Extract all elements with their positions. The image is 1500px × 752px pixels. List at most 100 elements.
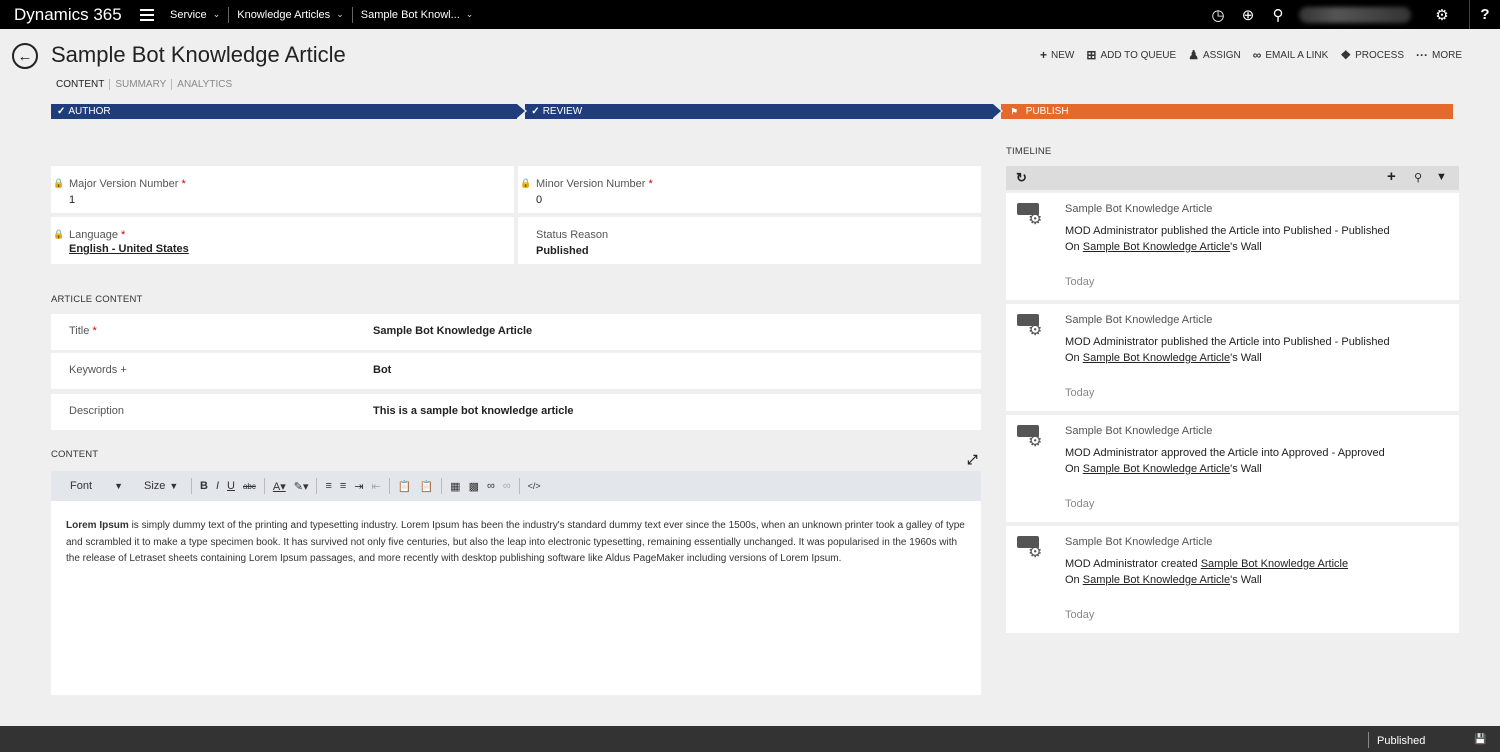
underline-icon[interactable]: U [227,480,235,492]
page-title: Sample Bot Knowledge Article [51,42,346,67]
indent-icon[interactable]: ⇥ [354,480,363,493]
tab-summary[interactable]: SUMMARY [115,79,173,90]
minor-version-field[interactable]: 🔒 Minor Version Number * 0 [518,166,981,213]
post-wall-link[interactable]: Sample Bot Knowledge Article [1083,352,1230,364]
save-icon[interactable]: 💾 [1474,734,1486,745]
more-dots-icon: ··· [1416,48,1428,62]
timeline-post[interactable]: ⚙ Sample Bot Knowledge Article MOD Admin… [1006,304,1459,411]
create-new-plus-icon[interactable]: ⊕ [1233,6,1263,24]
description-field[interactable]: Description This is a sample bot knowled… [51,394,981,430]
size-select[interactable]: Size ▼ [137,477,183,495]
image-icon[interactable]: ▩ [469,480,479,493]
title-field[interactable]: Title * Sample Bot Knowledge Article [51,314,981,350]
expand-icon[interactable]: ⤢ [967,452,977,468]
description-value[interactable]: This is a sample bot knowledge article [373,405,574,417]
process-button[interactable]: ❖ PROCESS [1340,48,1404,62]
status-reason-label: Status Reason [536,229,609,241]
link-icon[interactable]: ∞ [487,480,495,492]
search-icon[interactable]: ⚲ [1263,6,1293,24]
table-icon[interactable]: ▦ [450,480,460,493]
post-date: Today [1065,276,1095,288]
business-process-flow: ✓ AUTHOR ✓ REVIEW ⚑ PUBLISH [51,104,1453,119]
add-icon[interactable]: + [1387,168,1396,185]
editor-toolbar: Font ▼ Size ▼ B I U abc A▾ ✎▾ ≡ ≡ ⇥ ⇤ 📋 📋 … [51,471,981,501]
status-reason-value: Published [536,245,589,257]
post-title: Sample Bot Knowledge Article [1065,314,1213,326]
title-value[interactable]: Sample Bot Knowledge Article [373,325,532,337]
strikethrough-icon[interactable]: abc [243,482,256,491]
back-arrow-icon[interactable]: ← [12,43,38,69]
required-asterisk: * [92,325,97,337]
email-a-link-button[interactable]: ∞ EMAIL A LINK [1253,48,1329,62]
language-field[interactable]: 🔒 Language * English - United States [51,217,514,264]
outdent-icon[interactable]: ⇤ [372,480,381,493]
breadcrumb-divider [351,6,353,23]
link-icon: ∞ [1252,48,1262,62]
keywords-field[interactable]: Keywords + Bot [51,353,981,389]
source-code-icon[interactable]: </> [528,481,541,491]
timeline-post[interactable]: ⚙ Sample Bot Knowledge Article MOD Admin… [1006,415,1459,522]
italic-icon[interactable]: I [216,480,219,492]
user-name-redacted[interactable] [1299,6,1411,23]
bulleted-list-icon[interactable]: ≡ [340,480,346,492]
new-button[interactable]: + NEW [1040,48,1074,62]
filter-icon[interactable]: ▼ [1436,171,1447,183]
post-wall-line: On Sample Bot Knowledge Article's Wall [1065,574,1262,586]
description-label: Description [69,405,125,417]
add-to-queue-button[interactable]: ⊞ ADD TO QUEUE [1086,48,1176,62]
recent-clock-icon[interactable]: ◷ [1203,6,1233,24]
stage-author[interactable]: ✓ AUTHOR [51,104,528,119]
keywords-value[interactable]: Bot [373,364,391,376]
unlink-icon[interactable]: ∞ [503,480,511,492]
post-date: Today [1065,498,1095,510]
toolbar-divider [263,478,265,494]
tab-analytics[interactable]: ANALYTICS [177,79,237,90]
chevron-down-icon[interactable]: ⌄ [466,9,474,20]
more-label: MORE [1432,49,1462,61]
timeline-post[interactable]: ⚙ Sample Bot Knowledge Article MOD Admin… [1006,526,1459,633]
font-select[interactable]: Font ▼ [63,477,129,495]
font-color-icon[interactable]: A▾ [273,480,286,493]
post-text-main: MOD Administrator published the Article … [1065,225,1390,237]
app-brand[interactable]: Dynamics 365 [0,5,140,25]
chevron-down-icon[interactable]: ⌄ [336,9,344,20]
stage-publish-label: PUBLISH [1025,106,1069,117]
breadcrumb-knowledge-articles[interactable]: Knowledge Articles [237,9,330,21]
toolbar-divider [441,478,443,494]
post-text-main: MOD Administrator approved the Article i… [1065,447,1385,459]
stage-publish[interactable]: ⚑ PUBLISH [1000,104,1453,119]
post-wall-link[interactable]: Sample Bot Knowledge Article [1083,241,1230,253]
system-post-icon: ⚙ [1017,203,1043,228]
toolbar-divider [316,478,318,494]
post-wall-link[interactable]: Sample Bot Knowledge Article [1083,574,1230,586]
dropdown-arrow-icon: ▼ [114,481,123,491]
paste-text-icon[interactable]: 📋 [419,480,433,493]
paste-icon[interactable]: 📋 [398,480,412,493]
chevron-down-icon[interactable]: ⌄ [213,9,221,20]
timeline-post[interactable]: ⚙ Sample Bot Knowledge Article MOD Admin… [1006,193,1459,300]
tab-content[interactable]: CONTENT [56,79,111,90]
language-link[interactable]: English - United States [69,243,189,255]
breadcrumb-current-record[interactable]: Sample Bot Knowl... [361,9,460,21]
post-wall-link[interactable]: Sample Bot Knowledge Article [1083,463,1230,475]
bold-icon[interactable]: B [200,480,208,492]
post-wall-line: On Sample Bot Knowledge Article's Wall [1065,463,1262,475]
more-button[interactable]: ··· MORE [1416,48,1462,62]
highlight-icon[interactable]: ✎▾ [294,480,309,493]
language-label: Language [69,229,118,241]
major-version-field[interactable]: 🔒 Major Version Number * 1 [51,166,514,213]
gear-icon[interactable]: ⚙ [1427,6,1457,24]
hamburger-menu-icon[interactable] [140,8,154,21]
help-icon[interactable]: ? [1470,6,1500,23]
status-reason-field[interactable]: Status Reason Published [518,217,981,264]
numbered-list-icon[interactable]: ≡ [325,480,331,492]
search-icon[interactable]: ⚲ [1414,171,1422,184]
post-title: Sample Bot Knowledge Article [1065,425,1213,437]
title-label: Title [69,325,90,337]
breadcrumb-service[interactable]: Service [170,9,207,21]
assign-button[interactable]: ♟ ASSIGN [1188,48,1241,62]
rich-text-editor[interactable]: Lorem Ipsum is simply dummy text of the … [51,501,981,695]
post-record-link[interactable]: Sample Bot Knowledge Article [1201,558,1348,570]
stage-review[interactable]: ✓ REVIEW [525,104,1003,119]
refresh-icon[interactable]: ↻ [1016,170,1027,186]
